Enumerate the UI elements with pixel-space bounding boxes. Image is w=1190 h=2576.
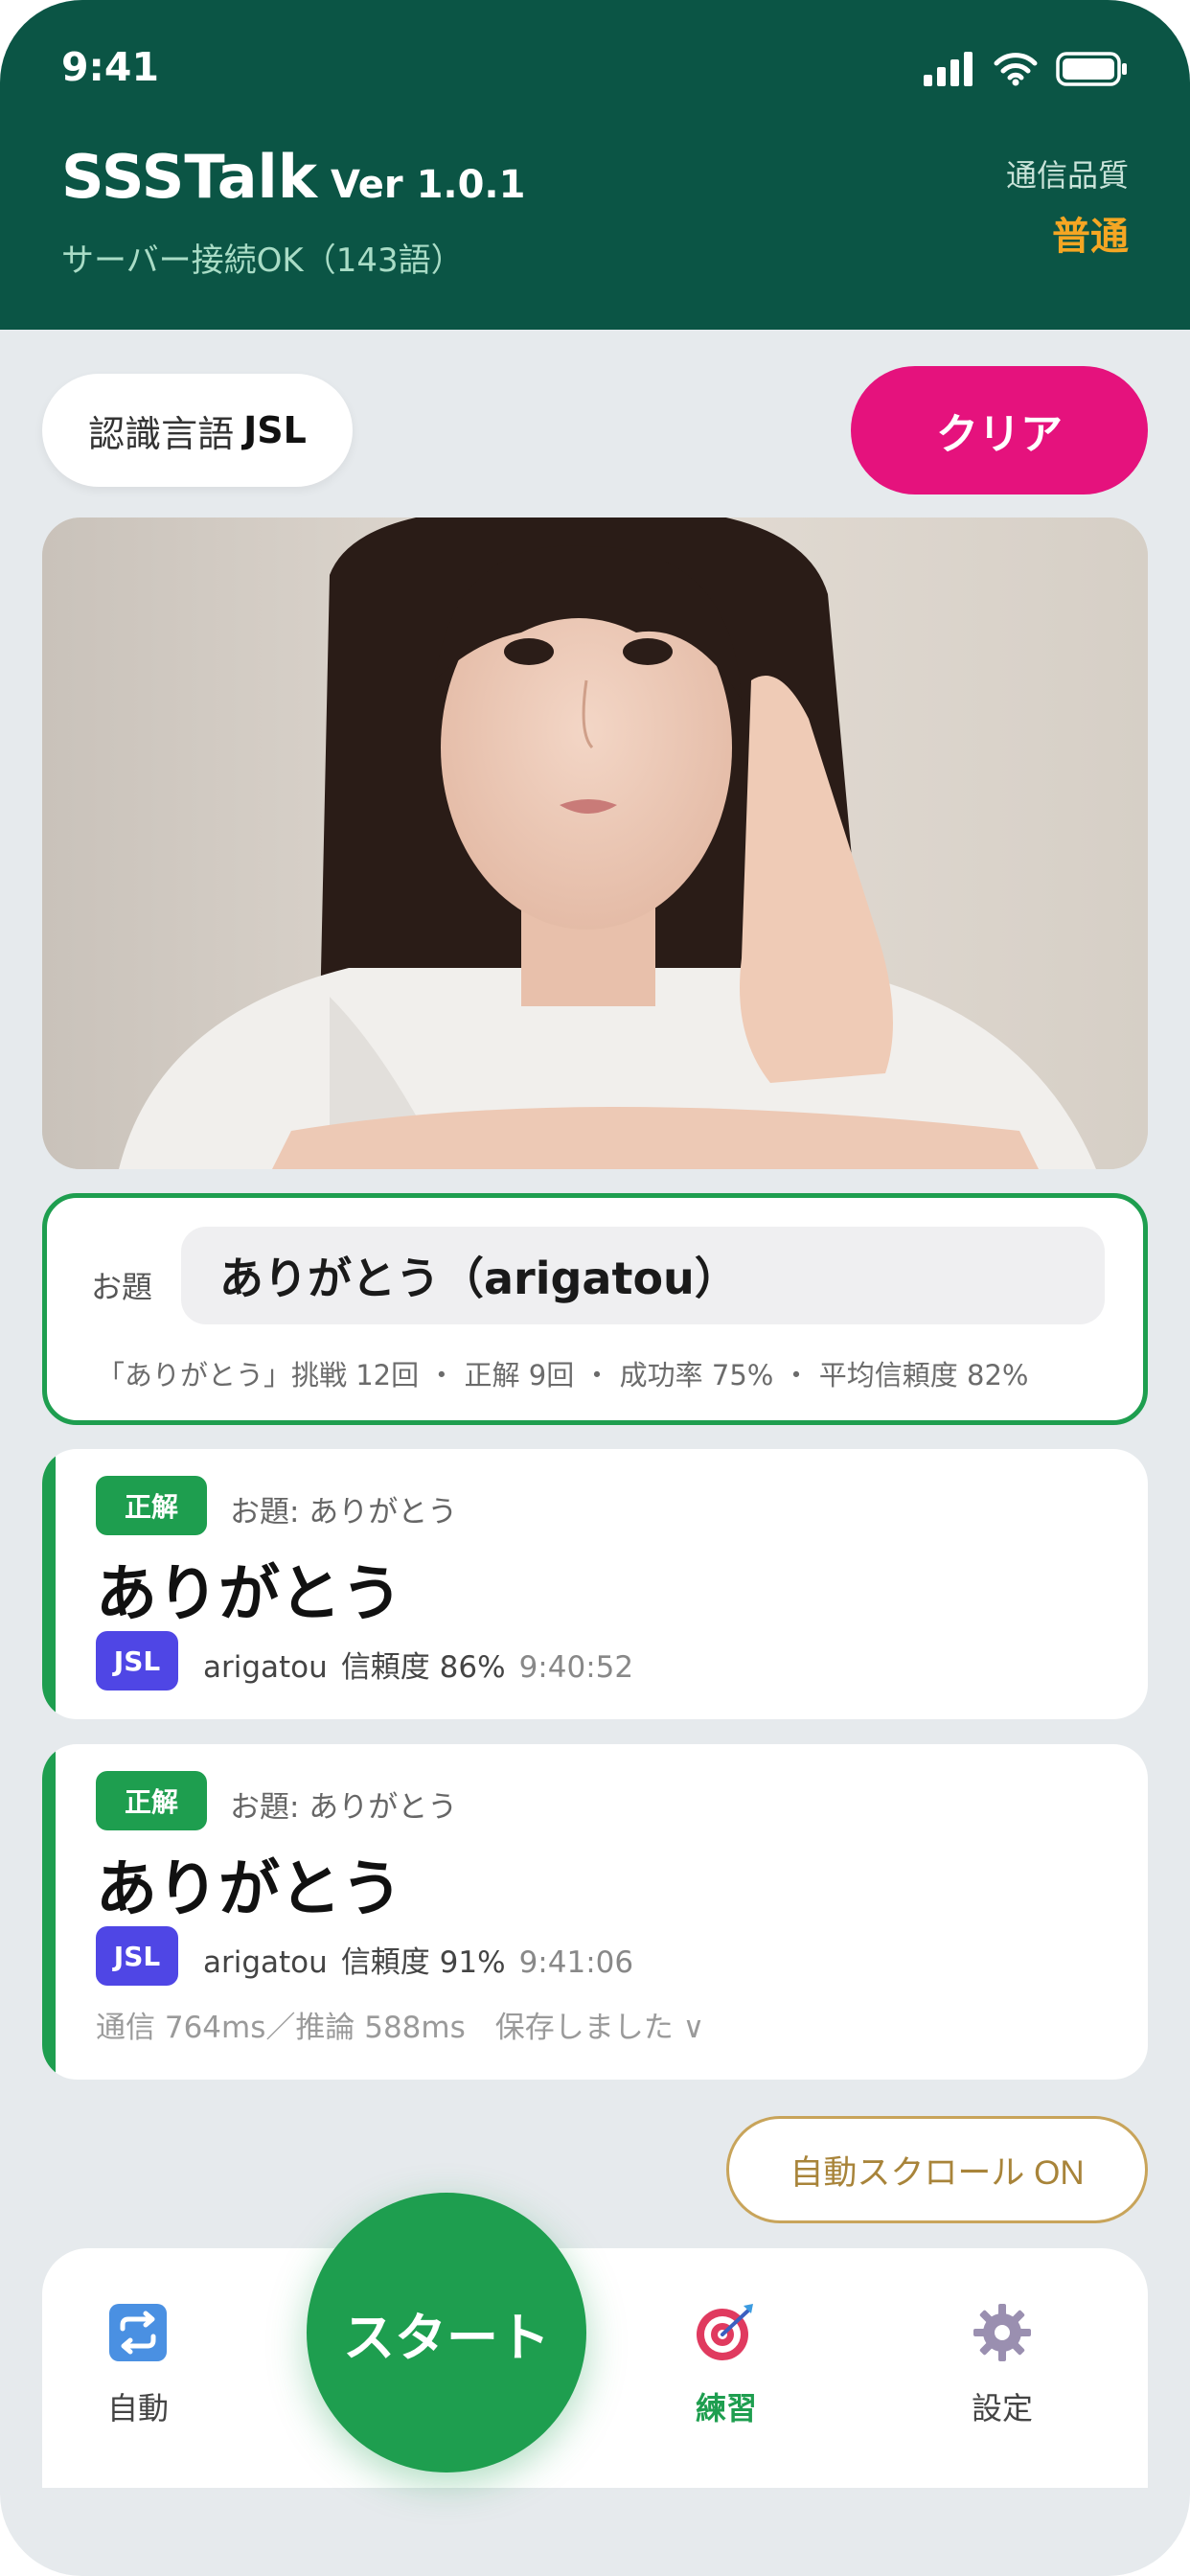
nav-label-auto: 自動 — [106, 2390, 169, 2426]
start-button[interactable]: スタート — [307, 2193, 586, 2472]
nav-item-practice[interactable]: 練習 — [630, 2302, 822, 2428]
camera-feed-image — [42, 518, 1148, 1169]
result-details-toggle[interactable]: 通信 764ms／推論 588ms 保存しました ∨ — [96, 2003, 704, 2046]
result-accent-bar — [42, 1744, 56, 2080]
bottom-nav: 自動 練習 設定 — [42, 2248, 1148, 2488]
nav-item-settings[interactable]: 設定 — [906, 2302, 1098, 2428]
target-icon — [697, 2304, 753, 2360]
result-confidence: 信頼度 86% — [340, 1650, 506, 1685]
result-meta: arigatou 信頼度 91% 9:41:06 — [203, 1938, 633, 1981]
topic-card: お題 ありがとう（arigatou） 「ありがとう」挑戦 12回 ・ 正解 9回… — [42, 1193, 1148, 1425]
repeat-icon — [109, 2304, 167, 2361]
result-prompt: お題: ありがとう — [230, 1495, 458, 1530]
camera-preview — [42, 518, 1148, 1169]
nav-item-auto[interactable]: 自動 — [42, 2302, 234, 2428]
result-word: ありがとう — [96, 1854, 402, 1925]
status-icons — [924, 52, 1129, 86]
nav-label-settings: 設定 — [971, 2390, 1033, 2426]
quality-value: 普通 — [1052, 215, 1129, 259]
quality-label: 通信品質 — [1005, 157, 1129, 194]
server-status: サーバー接続OK（143語） — [61, 242, 464, 280]
app-screen: 9:41 SSSTalk Ver 1.0.1 サーバー接続OK（143語） 通信… — [0, 0, 1190, 2576]
nav-label-practice: 練習 — [695, 2390, 757, 2426]
topic-value: ありがとう（arigatou） — [181, 1227, 1105, 1324]
result-time: 9:40:52 — [518, 1650, 634, 1685]
result-romaji: arigatou — [203, 1945, 328, 1980]
result-romaji: arigatou — [203, 1650, 328, 1685]
app-title: SSSTalk Ver 1.0.1 — [61, 142, 525, 212]
result-prompt: お題: ありがとう — [230, 1790, 458, 1825]
correct-badge: 正解 — [96, 1771, 207, 1830]
result-accent-bar — [42, 1449, 56, 1719]
app-version: Ver 1.0.1 — [331, 163, 526, 207]
result-card: 正解 お題: ありがとう ありがとう JSL arigatou 信頼度 91% 9:… — [42, 1744, 1148, 2080]
wifi-icon — [994, 53, 1038, 86]
app-header: 9:41 SSSTalk Ver 1.0.1 サーバー接続OK（143語） 通信… — [0, 0, 1190, 330]
result-confidence: 信頼度 91% — [340, 1945, 506, 1980]
recognition-language-selector[interactable]: 認識言語 JSL — [42, 374, 353, 487]
app-name: SSSTalk — [61, 142, 318, 212]
gear-icon — [973, 2304, 1031, 2361]
language-value: JSL — [243, 409, 307, 451]
result-word: ありがとう — [96, 1559, 402, 1630]
result-meta: arigatou 信頼度 86% 9:40:52 — [203, 1643, 633, 1686]
result-time: 9:41:06 — [518, 1945, 634, 1980]
language-badge: JSL — [96, 1926, 178, 1986]
status-time: 9:41 — [61, 44, 159, 90]
clear-button[interactable]: クリア — [851, 366, 1148, 494]
language-label: 認識言語 — [88, 412, 235, 455]
topic-label: お題 — [91, 1269, 153, 1305]
result-card: 正解 お題: ありがとう ありがとう JSL arigatou 信頼度 86% 9:… — [42, 1449, 1148, 1719]
topic-stats: 「ありがとう」挑戦 12回 ・ 正解 9回 ・ 成功率 75% ・ 平均信頼度 … — [97, 1359, 1029, 1392]
autoscroll-toggle[interactable]: 自動スクロール ON — [726, 2116, 1148, 2223]
correct-badge: 正解 — [96, 1476, 207, 1535]
signal-icon — [924, 52, 973, 86]
language-badge: JSL — [96, 1631, 178, 1690]
battery-icon — [1056, 52, 1127, 86]
